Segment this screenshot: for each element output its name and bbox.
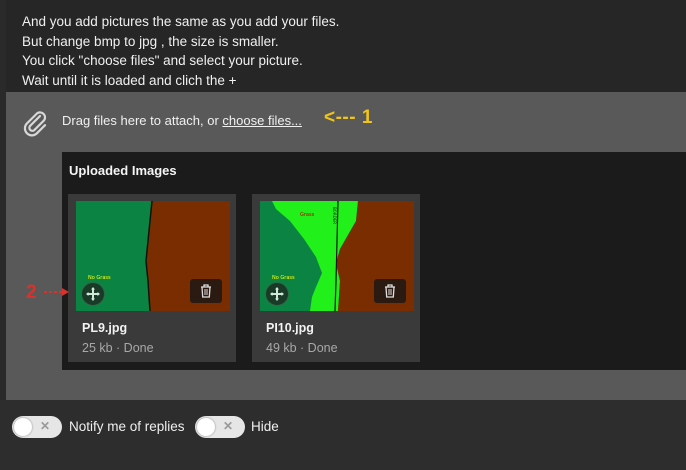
svg-text:Grass: Grass [300, 212, 315, 218]
paperclip-icon [20, 108, 50, 138]
trash-icon [201, 284, 211, 298]
uploaded-images-panel: Uploaded Images No Grass PL9.jpg 25 kb ·… [62, 152, 686, 370]
toggle-knob [14, 418, 32, 436]
editor-line: You click "choose files" and select your… [22, 53, 303, 68]
toggle-knob [197, 418, 215, 436]
x-icon: ✕ [223, 419, 234, 433]
drag-drop-text: Drag files here to attach, or [62, 113, 223, 128]
attachment-panel[interactable]: Drag files here to attach, or choose fil… [6, 92, 686, 400]
notify-toggle[interactable]: ✕ [12, 416, 62, 438]
svg-text:No Grass: No Grass [272, 275, 295, 281]
image-meta: 49 kb · Done [266, 341, 338, 355]
move-insert-button[interactable] [265, 282, 289, 306]
annotation-arrow-icon [44, 288, 69, 296]
image-meta: 25 kb · Done [82, 341, 154, 355]
annotation-arrow-1: <--- 1 [324, 107, 373, 128]
image-card[interactable]: Grass BORDER No Grass PI10.jpg 49 kb · D… [252, 194, 420, 362]
image-filename: PI10.jpg [266, 321, 314, 335]
move-icon [86, 287, 100, 301]
editor-line: But change bmp to jpg , the size is smal… [22, 33, 279, 49]
delete-image-button[interactable] [374, 279, 406, 303]
editor-line: Wait until it is loaded and clich the + [22, 72, 237, 88]
image-filename: PL9.jpg [82, 321, 128, 335]
editor-line: And you add pictures the same as you add… [22, 14, 340, 29]
uploaded-images-heading: Uploaded Images [69, 163, 177, 178]
image-card[interactable]: No Grass PL9.jpg 25 kb · Done [68, 194, 236, 362]
footer-options: ✕ Notify me of replies ✕ Hide [0, 400, 686, 470]
annotation-number-2: 2 [26, 282, 37, 303]
hide-toggle[interactable]: ✕ [195, 416, 245, 438]
svg-text:BORDER: BORDER [332, 207, 337, 224]
message-editor[interactable]: And you add pictures the same as you add… [6, 0, 686, 92]
move-insert-button[interactable] [81, 282, 105, 306]
x-icon: ✕ [40, 419, 51, 433]
notify-label: Notify me of replies [69, 419, 185, 434]
drag-drop-hint: Drag files here to attach, or choose fil… [62, 113, 302, 128]
hide-label: Hide [251, 419, 279, 434]
trash-icon [385, 284, 395, 298]
delete-image-button[interactable] [190, 279, 222, 303]
choose-files-link[interactable]: choose files... [222, 113, 302, 128]
move-icon [270, 287, 284, 301]
svg-text:No Grass: No Grass [88, 275, 111, 281]
